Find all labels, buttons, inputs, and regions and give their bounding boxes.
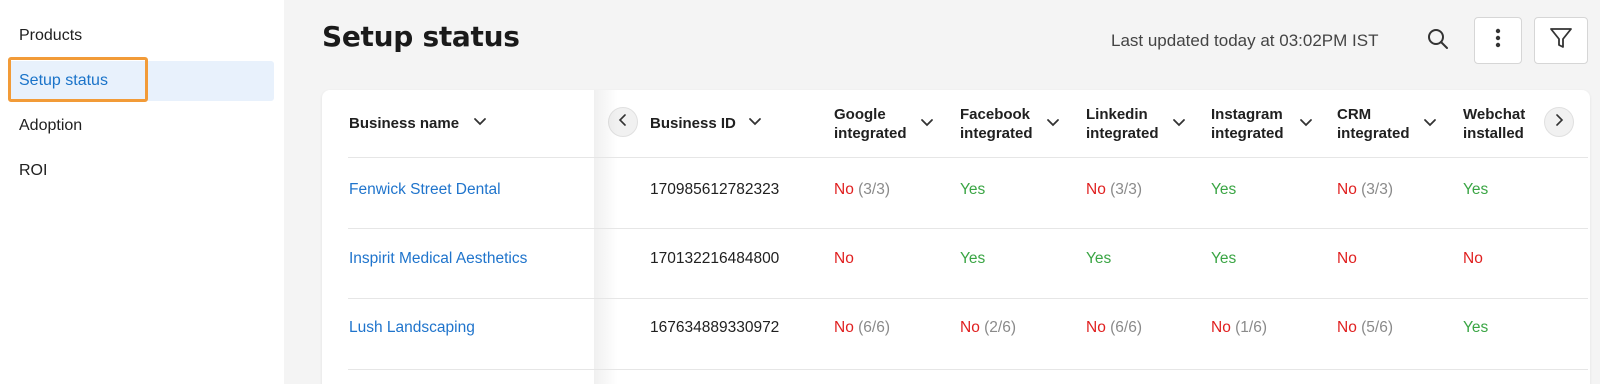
cell-linkedin: No (3/3) bbox=[1086, 181, 1143, 198]
column-header-crm-integrated[interactable]: CRM integrated bbox=[1337, 105, 1447, 143]
search-button[interactable] bbox=[1424, 27, 1452, 55]
cell-instagram: No (1/6) bbox=[1211, 319, 1268, 336]
chevron-down-icon bbox=[1172, 115, 1186, 134]
sidebar-item-roi[interactable]: ROI bbox=[8, 151, 274, 191]
business-name-link[interactable]: Fenwick Street Dental bbox=[349, 180, 501, 200]
cell-facebook: Yes bbox=[960, 181, 986, 198]
chevron-down-icon bbox=[473, 114, 487, 133]
column-header-business-name[interactable]: Business name bbox=[349, 114, 486, 133]
business-name-link[interactable]: Lush Landscaping bbox=[349, 318, 475, 338]
cell-google: No (3/3) bbox=[834, 181, 891, 198]
cell-webchat-row-1: Yes bbox=[1463, 181, 1489, 198]
chevron-down-icon bbox=[748, 114, 762, 133]
cell-webchat-row-3: Yes bbox=[1463, 319, 1489, 336]
business-name-link[interactable]: Inspirit Medical Aesthetics bbox=[349, 249, 527, 269]
cell-linkedin: Yes bbox=[1086, 250, 1112, 267]
cell-facebook: Yes bbox=[960, 250, 986, 267]
page-title: Setup status bbox=[322, 20, 520, 53]
row-divider bbox=[348, 157, 1588, 158]
sidebar-item-setup-status[interactable]: Setup status bbox=[8, 61, 274, 101]
column-header-business-id[interactable]: Business ID bbox=[650, 114, 761, 133]
column-header-linkedin-integrated[interactable]: Linkedin integrated bbox=[1086, 105, 1196, 143]
filter-button[interactable] bbox=[1534, 17, 1588, 64]
cell-instagram: Yes bbox=[1211, 250, 1237, 267]
chevron-left-icon bbox=[618, 113, 628, 131]
cell-instagram: Yes bbox=[1211, 181, 1237, 198]
cell-webchat-row-2: No bbox=[1463, 250, 1483, 267]
webchat-column: Webchat installed Yes No Yes bbox=[1434, 90, 1544, 384]
cell-google: No (6/6) bbox=[834, 319, 891, 336]
chevron-right-icon bbox=[1554, 113, 1564, 131]
last-updated-text: Last updated today at 03:02PM IST bbox=[1111, 31, 1379, 50]
cell-linkedin: No (6/6) bbox=[1086, 319, 1143, 336]
business-id: 167634889330972 bbox=[650, 319, 780, 336]
sidebar: Products Setup status Adoption ROI bbox=[0, 0, 284, 384]
column-header-instagram-integrated[interactable]: Instagram integrated bbox=[1211, 105, 1321, 143]
column-header-facebook-integrated[interactable]: Facebook integrated bbox=[960, 105, 1070, 143]
row-divider bbox=[348, 228, 1588, 229]
more-vertical-icon bbox=[1495, 28, 1501, 53]
column-header-webchat-installed[interactable]: Webchat installed bbox=[1463, 105, 1544, 143]
row-divider bbox=[348, 298, 1588, 299]
column-header-google-integrated[interactable]: Google integrated bbox=[834, 105, 944, 143]
cell-crm: No bbox=[1337, 250, 1357, 267]
business-id: 170132216484800 bbox=[650, 250, 780, 267]
chevron-down-icon bbox=[920, 115, 934, 134]
scroll-right-button[interactable] bbox=[1544, 107, 1574, 137]
cell-google: No bbox=[834, 250, 854, 267]
search-icon bbox=[1427, 28, 1449, 55]
filter-icon bbox=[1549, 26, 1573, 55]
sidebar-item-adoption[interactable]: Adoption bbox=[8, 106, 274, 146]
chevron-down-icon bbox=[1299, 115, 1313, 134]
sticky-column-shadow bbox=[594, 90, 618, 384]
setup-status-table: Business name Business ID Google integra… bbox=[322, 90, 1590, 384]
business-id: 170985612782323 bbox=[650, 181, 780, 198]
sidebar-item-products[interactable]: Products bbox=[8, 16, 274, 56]
more-options-button[interactable] bbox=[1474, 17, 1522, 64]
chevron-down-icon bbox=[1046, 115, 1060, 134]
cell-crm: No (3/3) bbox=[1337, 181, 1394, 198]
cell-crm: No (5/6) bbox=[1337, 319, 1394, 336]
row-divider bbox=[348, 369, 1588, 370]
cell-facebook: No (2/6) bbox=[960, 319, 1017, 336]
